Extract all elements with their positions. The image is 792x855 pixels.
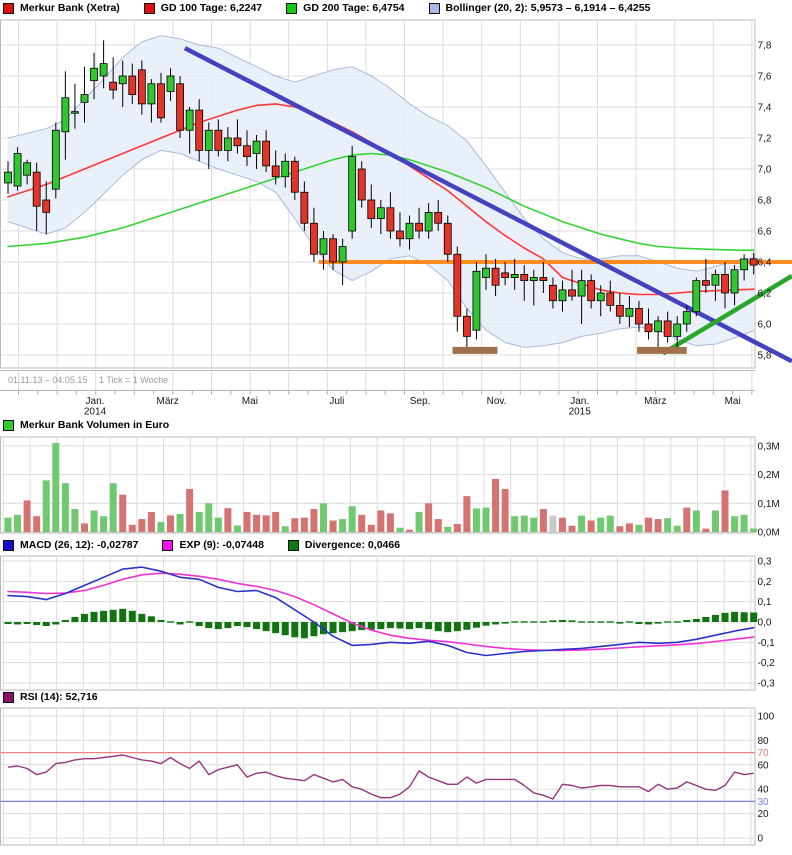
macd-label: MACD (26, 12): -0,02787	[20, 539, 139, 551]
date-range-strip: 01.11.13 – 04.05.15 1 Tick = 1 Woche	[0, 371, 792, 390]
rsi-legend: RSI (14): 52,716	[3, 690, 122, 704]
macd-legend: MACD (26, 12): -0,02787 EXP (9): -0,0744…	[3, 538, 424, 552]
svg-text:6,6: 6,6	[758, 227, 772, 238]
svg-text:0,0: 0,0	[758, 618, 772, 629]
macd-panel: 0,3 0,2 0,1 0,0 -0,1 -0,2 -0,3	[0, 555, 776, 691]
svg-text:30: 30	[758, 797, 770, 808]
exp-swatch-icon	[162, 539, 174, 551]
svg-text:0,2: 0,2	[758, 577, 772, 588]
svg-text:80: 80	[758, 736, 770, 747]
rsi-label: RSI (14): 52,716	[20, 691, 98, 703]
svg-text:Sep.: Sep.	[410, 396, 431, 407]
svg-text:5,8: 5,8	[758, 351, 772, 362]
legend-item-rsi: RSI (14): 52,716	[3, 691, 98, 703]
svg-text:7,6: 7,6	[758, 72, 772, 83]
svg-text:7,0: 7,0	[758, 165, 772, 176]
svg-text:0,2M: 0,2M	[758, 470, 780, 481]
svg-text:März: März	[157, 396, 179, 407]
svg-text:Mai: Mai	[725, 396, 741, 407]
svg-text:0,1: 0,1	[758, 597, 772, 608]
legend-item-symbol: Merkur Bank (Xetra)	[3, 2, 120, 14]
svg-text:Mai: Mai	[242, 396, 258, 407]
tick-scale-label: 1 Tick = 1 Woche	[99, 375, 169, 385]
svg-text:6,0: 6,0	[758, 320, 772, 331]
legend-item-volume: Merkur Bank Volumen in Euro	[3, 419, 169, 431]
svg-text:60: 60	[758, 760, 770, 771]
symbol-label: Merkur Bank (Xetra)	[20, 2, 120, 14]
svg-text:0,3: 0,3	[758, 557, 772, 568]
macd-swatch-icon	[3, 539, 14, 551]
svg-text:0,1M: 0,1M	[758, 499, 780, 510]
svg-text:7,4: 7,4	[758, 103, 772, 114]
svg-text:0: 0	[758, 834, 764, 845]
divergence-swatch-icon	[287, 539, 299, 551]
stock-chart-page: 7,8 7,6 7,4 7,2 7,0 6,8 6,6 6,4 6,2 6,0 5,8 Jan. 201…	[0, 0, 792, 855]
svg-text:Jan.: Jan.	[570, 396, 589, 407]
svg-text:-0,3: -0,3	[758, 678, 776, 689]
svg-text:-0,2: -0,2	[758, 658, 776, 669]
svg-text:Jan.: Jan.	[86, 396, 105, 407]
gd100-swatch-icon	[143, 2, 155, 14]
gd200-swatch-icon	[286, 2, 298, 14]
svg-text:6,8: 6,8	[758, 196, 772, 207]
svg-text:März: März	[644, 396, 666, 407]
svg-text:100: 100	[758, 712, 775, 723]
volume-panel: 0,3M 0,2M 0,1M 0,0M	[0, 436, 780, 539]
divergence-label: Divergence: 0,0466	[304, 539, 401, 551]
svg-text:7,2: 7,2	[758, 134, 772, 145]
svg-text:Juli: Juli	[329, 396, 344, 407]
svg-text:6,4: 6,4	[758, 258, 772, 269]
price-legend: Merkur Bank (Xetra) GD 100 Tage: 6,2247 …	[3, 1, 674, 15]
svg-text:2014: 2014	[84, 407, 107, 418]
symbol-swatch-icon	[3, 2, 14, 14]
price-panel: 7,87,67,47,27,06,86,66,46,26,05,8Jan.201…	[0, 19, 792, 418]
svg-text:Nov.: Nov.	[487, 396, 507, 407]
svg-text:2015: 2015	[569, 407, 592, 418]
rsi-panel: 100 807060 403020 0	[0, 707, 775, 846]
legend-item-gd100: GD 100 Tage: 6,2247	[143, 2, 263, 14]
bollinger-label: Bollinger (20, 2): 5,9573 – 6,1914 – 6,4…	[445, 2, 651, 14]
gd200-label: GD 200 Tage: 6,4754	[303, 2, 405, 14]
date-range-label: 01.11.13 – 04.05.15	[8, 375, 88, 385]
volume-legend: Merkur Bank Volumen in Euro	[3, 418, 193, 432]
svg-text:20: 20	[758, 809, 770, 820]
rsi-swatch-icon	[3, 691, 14, 703]
legend-item-divergence: Divergence: 0,0466	[287, 539, 401, 551]
svg-text:7,8: 7,8	[758, 41, 772, 52]
svg-text:0,0M: 0,0M	[758, 528, 780, 539]
svg-text:70: 70	[758, 748, 770, 759]
legend-item-bollinger: Bollinger (20, 2): 5,9573 – 6,1914 – 6,4…	[428, 2, 651, 14]
svg-text:-0,1: -0,1	[758, 638, 776, 649]
bollinger-swatch-icon	[428, 2, 440, 14]
svg-text:6,2: 6,2	[758, 289, 772, 300]
exp-label: EXP (9): -0,07448	[179, 539, 264, 551]
volume-label: Merkur Bank Volumen in Euro	[20, 419, 170, 431]
svg-text:0,3M: 0,3M	[758, 441, 780, 452]
legend-item-exp: EXP (9): -0,07448	[162, 539, 264, 551]
volume-swatch-icon	[3, 419, 14, 431]
legend-item-macd: MACD (26, 12): -0,02787	[3, 539, 138, 551]
svg-text:40: 40	[758, 785, 770, 796]
legend-item-gd200: GD 200 Tage: 6,4754	[286, 2, 405, 14]
gd100-label: GD 100 Tage: 6,2247	[160, 2, 263, 14]
